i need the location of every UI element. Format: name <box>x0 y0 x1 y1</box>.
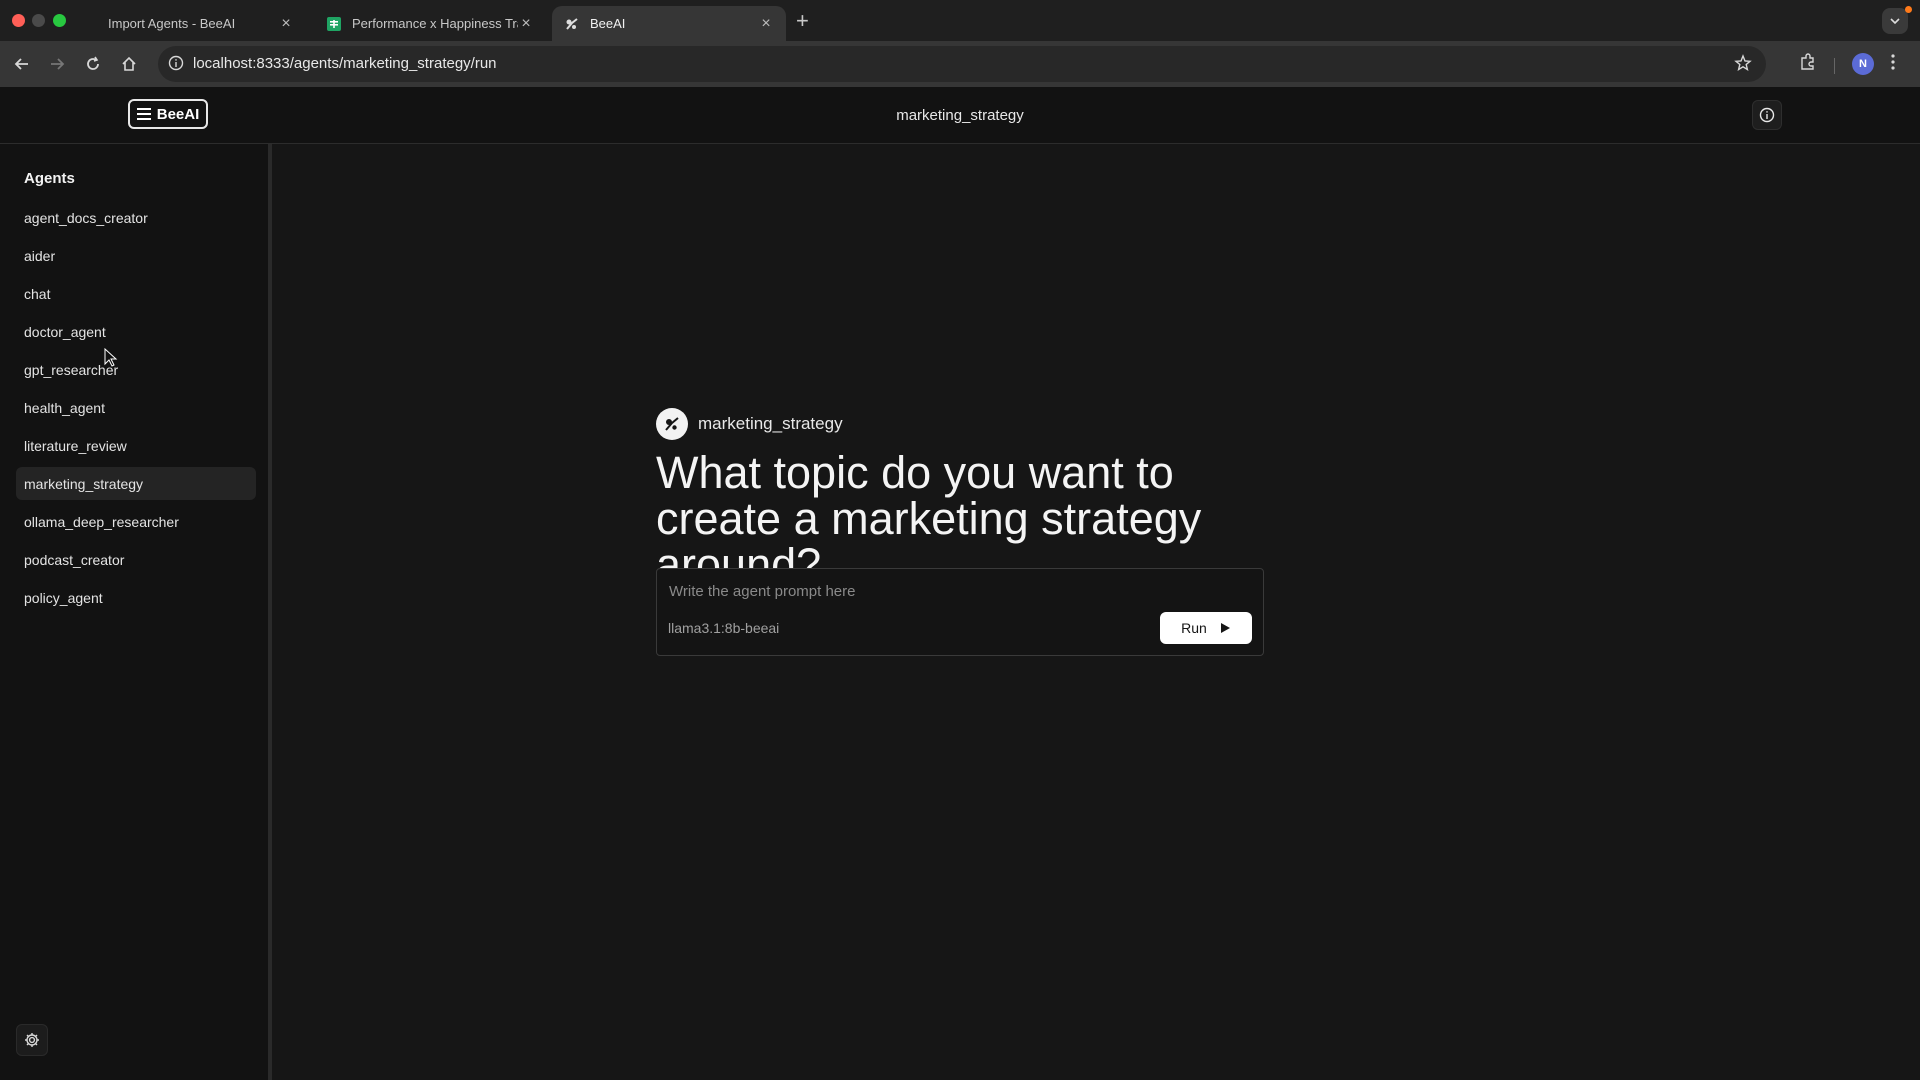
home-icon <box>122 56 136 71</box>
play-icon <box>1220 623 1230 633</box>
puzzle-icon <box>1801 53 1814 70</box>
sidebar-item-doctor-agent[interactable]: doctor_agent <box>16 315 256 348</box>
tab-title: BeeAI <box>590 16 626 31</box>
tab-search-button[interactable] <box>1882 8 1908 34</box>
sidebar-item-label: aider <box>24 247 56 264</box>
sidebar-item-marketing-strategy[interactable]: marketing_strategy <box>16 467 256 500</box>
agent-name: marketing_strategy <box>698 414 843 433</box>
bookmark-star-icon[interactable] <box>1734 54 1752 72</box>
sidebar-item-gpt-researcher[interactable]: gpt_researcher <box>16 353 256 386</box>
sidebar-item-literature-review[interactable]: literature_review <box>16 429 256 462</box>
main-content: marketing_strategy What topic do you wan… <box>272 144 1920 1080</box>
tab-title: Import Agents - BeeAI <box>108 16 236 31</box>
browser-tab-performance-sheet[interactable]: Performance x Happiness Tra × <box>314 6 546 41</box>
notification-dot <box>1905 6 1912 13</box>
agent-info-button[interactable] <box>1752 100 1782 130</box>
back-button[interactable] <box>11 53 33 75</box>
close-tab-icon[interactable]: × <box>518 15 534 33</box>
sidebar-item-label: doctor_agent <box>24 323 106 340</box>
browser-menu-button[interactable] <box>1890 53 1896 76</box>
sidebar-item-label: health_agent <box>24 399 105 416</box>
sidebar-item-ollama-deep-researcher[interactable]: ollama_deep_researcher <box>16 505 256 538</box>
close-tab-icon[interactable]: × <box>758 15 774 33</box>
arrow-right-icon <box>51 58 65 70</box>
agents-sidebar: Agents agent_docs_creatoraider chat doctor… <box>0 144 272 1080</box>
maximize-window-button[interactable] <box>53 14 66 27</box>
new-tab-button[interactable]: + <box>796 8 809 34</box>
agents-list: agent_docs_creatoraider chat doctor_agentg… <box>16 201 256 619</box>
tab-title: Performance x Happiness Tra <box>352 16 518 31</box>
close-window-button[interactable] <box>12 14 25 27</box>
run-label: Run <box>1181 620 1207 636</box>
close-tab-icon[interactable]: × <box>278 15 294 33</box>
run-button[interactable]: Run <box>1160 612 1252 644</box>
sidebar-item-podcast-creator[interactable]: podcast_creator <box>16 543 256 576</box>
prompt-input[interactable] <box>667 579 1251 603</box>
page-title: marketing_strategy <box>896 107 1024 124</box>
home-button[interactable] <box>118 53 140 75</box>
sidebar-item-chat[interactable]: chat <box>16 277 256 310</box>
browser-toolbar: localhost:8333/agents/marketing_strategy… <box>0 41 1920 87</box>
browser-tab-beeai[interactable]: BeeAI × <box>552 6 786 41</box>
forward-button[interactable] <box>46 53 68 75</box>
sidebar-item-label: literature_review <box>24 437 127 454</box>
minimize-window-button[interactable] <box>32 14 45 27</box>
chevron-down-icon <box>1890 18 1900 25</box>
browser-tab-bar: Import Agents - BeeAI × Performance x Ha… <box>0 0 1920 41</box>
info-icon <box>1759 107 1775 123</box>
prompt-box: llama3.1:8b-beeai Run <box>656 568 1264 656</box>
mouse-cursor-icon <box>104 348 118 367</box>
gear-icon <box>25 1033 39 1047</box>
sidebar-item-label: policy_agent <box>24 589 103 606</box>
sidebar-item-label: agent_docs_creator <box>24 209 148 226</box>
app-header: BeeAI marketing_strategy <box>0 87 1920 144</box>
address-bar[interactable]: localhost:8333/agents/marketing_strategy… <box>158 46 1766 82</box>
browser-tab-import-agents[interactable]: Import Agents - BeeAI × <box>96 6 306 41</box>
agent-avatar <box>656 408 688 440</box>
reload-button[interactable] <box>82 53 104 75</box>
arrow-left-icon <box>14 58 28 70</box>
model-label: llama3.1:8b-beeai <box>668 620 780 636</box>
sidebar-item-agent-docs-creator[interactable]: agent_docs_creator <box>16 201 256 234</box>
profile-avatar[interactable]: N <box>1852 53 1874 75</box>
site-info-icon[interactable] <box>168 55 184 71</box>
sidebar-item-label: podcast_creator <box>24 551 125 568</box>
url-text: localhost:8333/agents/marketing_strategy… <box>193 55 497 72</box>
sidebar-item-policy-agent[interactable]: policy_agent <box>16 581 256 614</box>
settings-button[interactable] <box>16 1024 48 1056</box>
bee-favicon-icon <box>566 17 578 30</box>
sheets-favicon-icon <box>327 16 341 31</box>
sidebar-item-health-agent[interactable]: health_agent <box>16 391 256 424</box>
extensions-button[interactable] <box>1799 53 1817 76</box>
kebab-menu-icon <box>1891 54 1895 70</box>
sidebar-item-aider[interactable]: aider <box>16 239 256 272</box>
sidebar-item-label: marketing_strategy <box>24 475 144 492</box>
agent-header: marketing_strategy <box>656 408 843 440</box>
reload-icon <box>87 56 99 70</box>
sidebar-item-label: chat <box>24 285 51 302</box>
sidebar-heading: Agents <box>24 170 75 187</box>
bee-icon <box>665 417 679 431</box>
toolbar-divider <box>1834 58 1835 74</box>
sidebar-item-label: ollama_deep_researcher <box>24 513 179 530</box>
